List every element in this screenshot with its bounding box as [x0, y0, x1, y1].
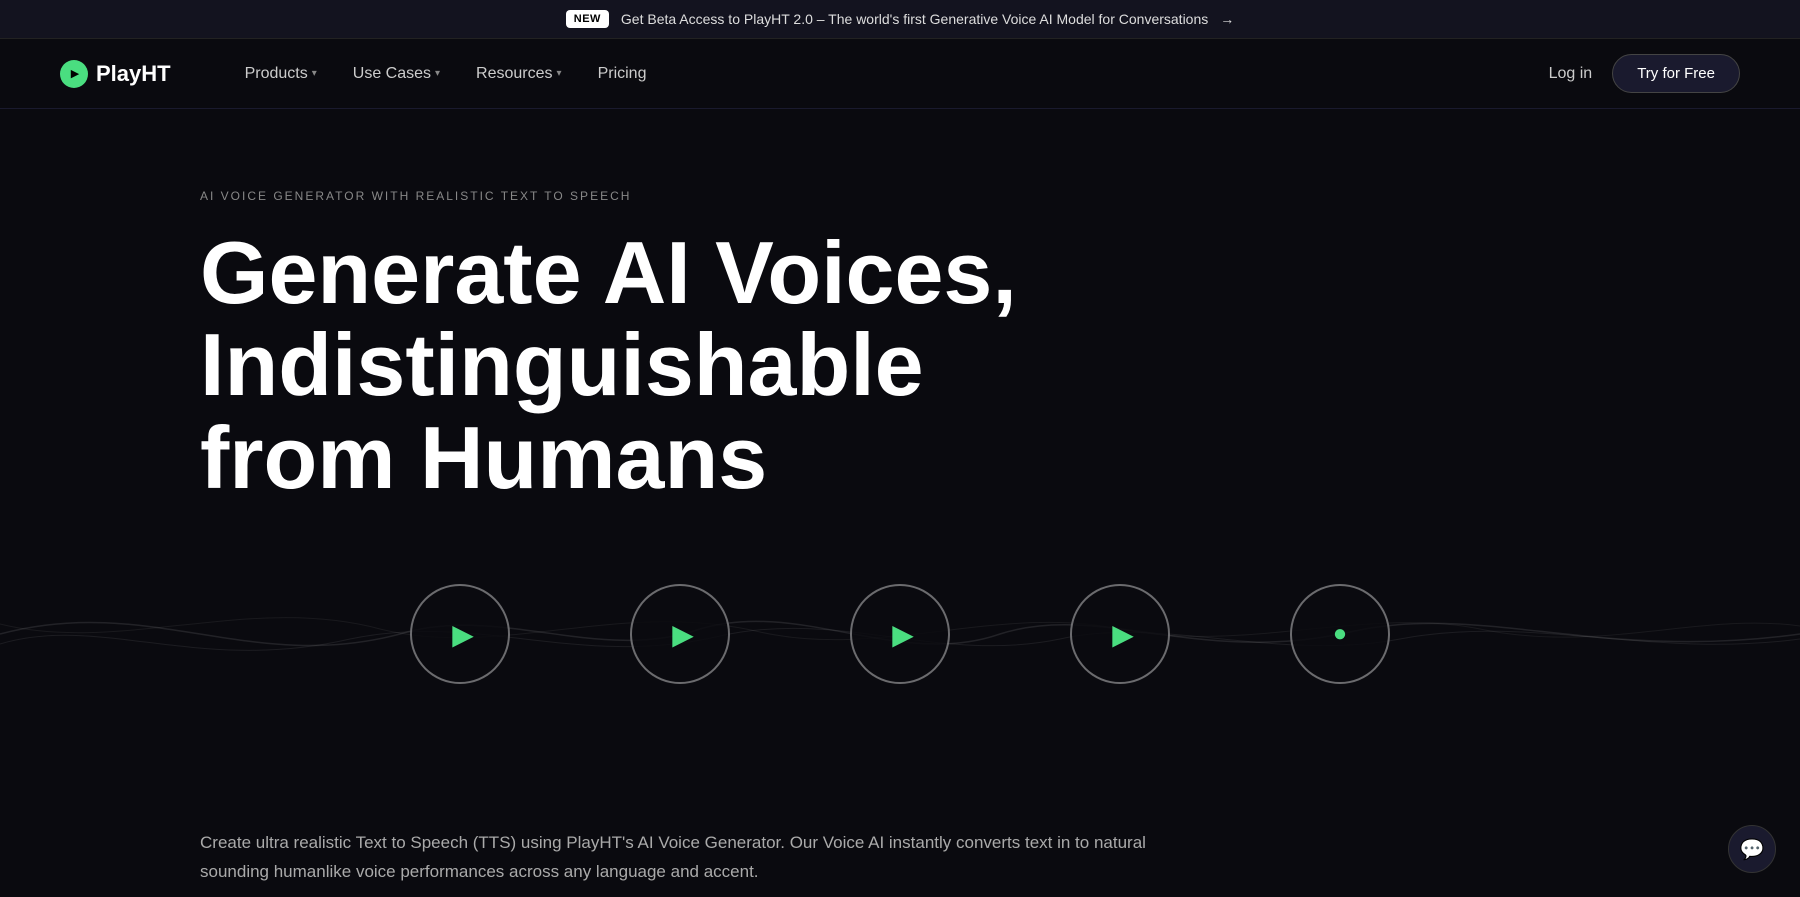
banner-text: Get Beta Access to PlayHT 2.0 – The worl…	[621, 11, 1208, 27]
logo-icon	[60, 60, 88, 88]
hero-title-line2: Indistinguishable from Humans	[200, 315, 924, 506]
audio-player-5[interactable]: ●	[1290, 584, 1390, 684]
nav-resources[interactable]: Resources ▾	[462, 57, 576, 91]
chat-widget[interactable]: 💬	[1728, 825, 1776, 873]
play-icon: ▶	[672, 618, 694, 651]
audio-player-1[interactable]: ▶	[410, 584, 510, 684]
nav-links: Products ▾ Use Cases ▾ Resources ▾ Prici…	[231, 57, 1549, 91]
nav-products[interactable]: Products ▾	[231, 57, 331, 91]
hero-title: Generate AI Voices, Indistinguishable fr…	[200, 227, 1100, 504]
logo-text: PlayHT	[96, 61, 171, 87]
audio-players: ▶ ▶ ▶ ▶ ●	[350, 584, 1450, 684]
audio-player-4[interactable]: ▶	[1070, 584, 1170, 684]
nav-pricing[interactable]: Pricing	[584, 57, 661, 91]
play-icon: ▶	[452, 618, 474, 651]
audio-row: ▶ ▶ ▶ ▶ ●	[0, 564, 1800, 704]
hero-description: Create ultra realistic Text to Speech (T…	[0, 789, 1400, 887]
top-banner[interactable]: NEW Get Beta Access to PlayHT 2.0 – The …	[0, 0, 1800, 39]
play-icon: ▶	[1112, 618, 1134, 651]
play-icon: ▶	[892, 618, 914, 651]
chevron-down-icon: ▾	[435, 68, 440, 79]
hero-eyebrow: AI VOICE GENERATOR WITH REALISTIC TEXT T…	[200, 189, 1600, 203]
try-free-button[interactable]: Try for Free	[1612, 54, 1740, 93]
logo[interactable]: PlayHT	[60, 60, 171, 88]
nav-use-cases[interactable]: Use Cases ▾	[339, 57, 454, 91]
hero-title-line1: Generate AI Voices,	[200, 223, 1017, 322]
dot-icon: ●	[1333, 620, 1348, 648]
banner-arrow: →	[1220, 11, 1234, 27]
navbar: PlayHT Products ▾ Use Cases ▾ Resources …	[0, 39, 1800, 109]
nav-actions: Log in Try for Free	[1549, 54, 1740, 93]
new-badge: NEW	[566, 10, 609, 28]
chevron-down-icon: ▾	[557, 68, 562, 79]
hero-section: AI VOICE GENERATOR WITH REALISTIC TEXT T…	[0, 109, 1800, 789]
chevron-down-icon: ▾	[312, 68, 317, 79]
login-button[interactable]: Log in	[1549, 65, 1593, 83]
audio-player-3[interactable]: ▶	[850, 584, 950, 684]
audio-player-2[interactable]: ▶	[630, 584, 730, 684]
chat-icon: 💬	[1740, 837, 1765, 862]
